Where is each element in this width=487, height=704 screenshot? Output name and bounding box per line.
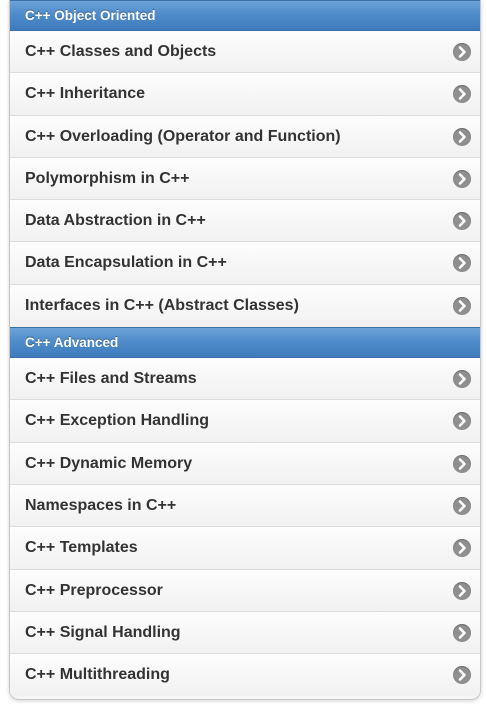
chevron-right-circle-icon (453, 454, 471, 473)
chevron-right-circle-icon (453, 412, 471, 431)
list-item-label: C++ Dynamic Memory (25, 454, 193, 472)
chevron-right-circle-icon (453, 581, 471, 600)
list-item-label: Data Abstraction in C++ (25, 212, 206, 230)
list-item-label: Namespaces in C++ (25, 496, 177, 514)
list-item-files-streams[interactable]: C++ Files and Streams (10, 358, 480, 401)
list-item-polymorphism[interactable]: Polymorphism in C++ (10, 157, 480, 201)
list-item-templates[interactable]: C++ Templates (10, 527, 480, 570)
chevron-right-circle-icon (453, 666, 471, 685)
list-item-label: C++ Templates (25, 539, 138, 557)
chevron-right-circle-icon (453, 212, 471, 231)
chevron-right-circle-icon (453, 370, 471, 389)
chevron-right-circle-icon (453, 127, 471, 146)
list-item-label: C++ Inheritance (25, 85, 146, 103)
section-header-object-oriented: C++ Object Oriented (10, 0, 480, 31)
list-item-namespaces[interactable]: Namespaces in C++ (10, 484, 480, 528)
chevron-right-circle-icon (453, 539, 471, 558)
list-item-data-encapsulation[interactable]: Data Encapsulation in C++ (10, 242, 480, 285)
chevron-right-circle-icon (453, 85, 471, 104)
list-item-dynamic-memory[interactable]: C++ Dynamic Memory (10, 442, 480, 485)
list-item-label: C++ Multithreading (25, 666, 170, 684)
list-item-exception-handling[interactable]: C++ Exception Handling (10, 400, 480, 443)
list-item-label: C++ Overloading (Operator and Function) (25, 127, 341, 145)
list-item-label: C++ Files and Streams (25, 370, 197, 388)
list-item-inheritance[interactable]: C++ Inheritance (10, 73, 480, 116)
list-item-label: Data Encapsulation in C++ (25, 254, 227, 272)
tutorial-menu-list: C++ Object Oriented C++ Classes and Obje… (9, 0, 481, 700)
list-item-label: C++ Exception Handling (25, 412, 210, 430)
list-item-signal-handling[interactable]: C++ Signal Handling (10, 611, 480, 655)
chevron-right-circle-icon (453, 623, 471, 642)
list-item-label: C++ Classes and Objects (25, 43, 217, 60)
list-item-multithreading[interactable]: C++ Multithreading (10, 654, 480, 697)
list-item-overloading[interactable]: C++ Overloading (Operator and Function) (10, 115, 480, 158)
chevron-right-circle-icon (453, 169, 471, 188)
chevron-right-circle-icon (453, 296, 471, 315)
chevron-right-circle-icon (453, 254, 471, 273)
list-item-data-abstraction[interactable]: Data Abstraction in C++ (10, 200, 480, 243)
chevron-right-circle-icon (453, 43, 471, 61)
list-item-label: C++ Signal Handling (25, 623, 181, 641)
list-item-label: C++ Preprocessor (25, 581, 163, 599)
list-item-label: Interfaces in C++ (Abstract Classes) (25, 296, 299, 314)
list-item-label: Polymorphism in C++ (25, 169, 190, 187)
section-header-advanced: C++ Advanced (10, 327, 480, 359)
list-item-interfaces[interactable]: Interfaces in C++ (Abstract Classes) (10, 284, 480, 328)
chevron-right-circle-icon (453, 496, 471, 515)
list-item-classes-objects[interactable]: C++ Classes and Objects (10, 31, 480, 74)
list-item-preprocessor[interactable]: C++ Preprocessor (10, 569, 480, 612)
